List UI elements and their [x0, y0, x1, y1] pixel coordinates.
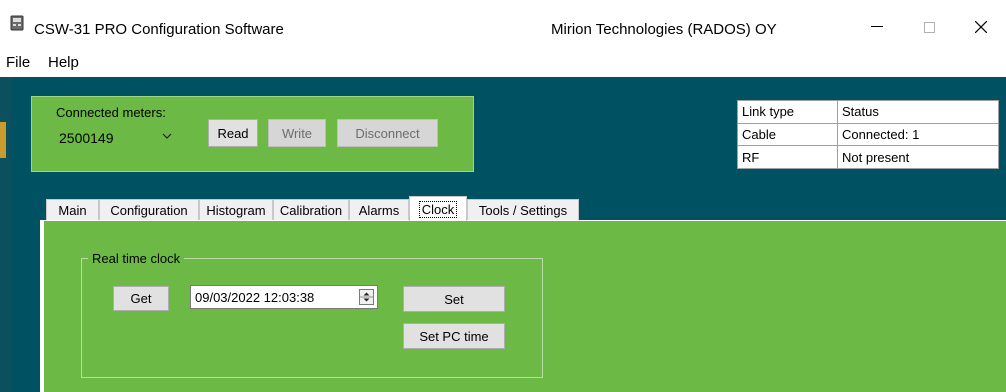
- status-cell: Not present: [837, 145, 999, 169]
- minimize-button[interactable]: [862, 14, 892, 40]
- tab-label: Tools / Settings: [478, 202, 568, 218]
- tab-label: Alarms: [358, 202, 400, 218]
- connect-panel: Connected meters: 2500149 Read Write Dis…: [31, 96, 474, 172]
- tab-calibration[interactable]: Calibration: [273, 199, 349, 220]
- menu-file[interactable]: File: [6, 54, 30, 71]
- datetime-value: 09/03/2022 12:03:38: [195, 290, 315, 305]
- chevron-down-icon: [162, 133, 172, 139]
- menu-bar: File Help: [0, 47, 1006, 77]
- real-time-clock-group: [81, 258, 543, 378]
- main-area: Connected meters: 2500149 Read Write Dis…: [0, 77, 1006, 392]
- get-button[interactable]: Get: [113, 286, 169, 311]
- title-bar: CSW-31 PRO Configuration Software Mirion…: [0, 0, 1006, 46]
- meter-select[interactable]: 2500149: [55, 124, 179, 150]
- set-pc-time-button[interactable]: Set PC time: [403, 323, 505, 349]
- left-accent: [0, 122, 6, 158]
- table-row: RF Not present: [737, 145, 999, 169]
- maximize-icon: [923, 21, 935, 33]
- close-button[interactable]: [966, 14, 996, 40]
- link-status-table: Link type Status Cable Connected: 1 RF N…: [737, 100, 999, 169]
- table-header-row: Link type Status: [737, 100, 999, 124]
- maximize-button[interactable]: [914, 14, 944, 40]
- tab-label: Histogram: [206, 202, 266, 218]
- app-icon: [10, 15, 24, 31]
- meter-select-value: 2500149: [59, 130, 114, 146]
- group-title: Real time clock: [88, 251, 185, 266]
- tab-clock[interactable]: Clock: [409, 196, 467, 221]
- minimize-icon: [871, 26, 883, 27]
- header-status: Status: [837, 100, 999, 124]
- tab-tools-settings[interactable]: Tools / Settings: [467, 199, 579, 220]
- header-link-type: Link type: [737, 100, 838, 124]
- window-title: CSW-31 PRO Configuration Software: [34, 21, 284, 38]
- tab-configuration[interactable]: Configuration: [99, 199, 199, 220]
- spin-buttons[interactable]: [359, 289, 374, 305]
- link-type-cell: Cable: [737, 122, 838, 147]
- status-cell: Connected: 1: [837, 122, 999, 147]
- tab-main[interactable]: Main: [46, 199, 99, 220]
- spin-arrows-icon: [360, 292, 373, 302]
- tab-label: Configuration: [110, 202, 188, 218]
- datetime-picker[interactable]: 09/03/2022 12:03:38: [190, 285, 378, 309]
- disconnect-button[interactable]: Disconnect: [337, 119, 438, 147]
- company-name: Mirion Technologies (RADOS) OY: [551, 21, 777, 38]
- set-button[interactable]: Set: [403, 286, 505, 312]
- read-button[interactable]: Read: [208, 119, 258, 147]
- table-row: Cable Connected: 1: [737, 122, 999, 147]
- clock-tab-panel: Real time clock Get 09/03/2022 12:03:38 …: [40, 220, 1006, 392]
- tab-histogram[interactable]: Histogram: [199, 199, 273, 220]
- write-button[interactable]: Write: [268, 119, 326, 147]
- link-type-cell: RF: [737, 145, 838, 169]
- connected-meters-label: Connected meters:: [56, 105, 166, 120]
- tab-label: Clock: [418, 200, 458, 218]
- menu-help[interactable]: Help: [48, 54, 79, 71]
- close-icon: [975, 21, 987, 33]
- tab-label: Main: [58, 202, 87, 218]
- tab-label: Calibration: [279, 202, 343, 218]
- tab-alarms[interactable]: Alarms: [349, 199, 409, 220]
